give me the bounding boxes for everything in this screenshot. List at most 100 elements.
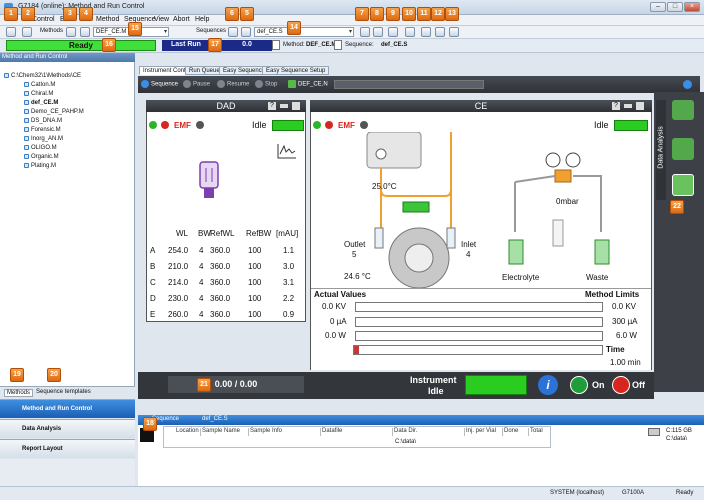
- callout-marker: 22: [670, 200, 684, 214]
- col-refbw: RefBW: [246, 229, 272, 238]
- online-icon[interactable]: [22, 27, 32, 37]
- tab-run-queue[interactable]: Run Queue: [185, 66, 224, 75]
- callout-marker: 11: [417, 7, 431, 21]
- tree-item[interactable]: Demo_CE_PAHP.M: [24, 109, 84, 115]
- dad-on-icon[interactable]: [149, 121, 157, 129]
- voltage-gauge: [355, 302, 603, 312]
- report-icon[interactable]: [435, 27, 445, 37]
- dad-cell-wl: 230.0: [168, 294, 189, 303]
- tab-methods[interactable]: Methods: [4, 389, 34, 397]
- limit-voltage: 0.0 KV: [612, 302, 637, 311]
- ce-on-icon[interactable]: [313, 121, 321, 129]
- load-sequence-icon[interactable]: [228, 27, 238, 37]
- run-sequence-icon[interactable]: [373, 27, 383, 37]
- menu-view[interactable]: View: [154, 16, 169, 23]
- sequence-select[interactable]: def_CE.S: [254, 27, 354, 37]
- ce-inlet-label: Inlet: [461, 240, 477, 249]
- callout-marker: 21: [197, 378, 211, 392]
- on-label[interactable]: On: [592, 380, 605, 390]
- actual-current: 0 µA: [330, 317, 347, 326]
- save-method-icon[interactable]: [80, 27, 90, 37]
- menu-help[interactable]: Help: [195, 16, 209, 23]
- dad-cell-wl: 254.0: [168, 246, 189, 255]
- col-mau: [mAU]: [276, 229, 299, 238]
- tab-sequence-templates[interactable]: Sequence templates: [34, 389, 93, 395]
- tree-item[interactable]: def_CE.M: [24, 100, 58, 106]
- callout-marker: 6: [225, 7, 239, 21]
- info-button[interactable]: i: [538, 375, 558, 395]
- menu-method[interactable]: Method: [96, 16, 119, 23]
- tab-easy-sequence-setup[interactable]: Easy Sequence Setup: [262, 66, 330, 75]
- tree-item[interactable]: Plating.M: [24, 163, 56, 169]
- dad-help-icon[interactable]: ?: [268, 102, 276, 110]
- tree-item[interactable]: CatIon.M: [24, 82, 55, 88]
- info-icon[interactable]: [683, 80, 692, 89]
- on-power-icon[interactable]: [570, 376, 588, 394]
- chromatogram-icon[interactable]: [672, 100, 694, 120]
- dad-minimize-icon[interactable]: [280, 104, 288, 108]
- tree-item[interactable]: OLIGO.M: [24, 145, 57, 151]
- maximize-button[interactable]: □: [667, 2, 683, 12]
- dad-cell-k: C: [150, 278, 156, 287]
- dad-cell-mau: 3.0: [283, 262, 295, 271]
- nav-report-layout[interactable]: Report Layout: [0, 439, 135, 458]
- ce-menu-icon[interactable]: [360, 121, 368, 129]
- layout-icon[interactable]: [421, 27, 431, 37]
- callout-marker: 17: [208, 38, 222, 52]
- off-power-icon[interactable]: [612, 376, 630, 394]
- tree-item[interactable]: Inorg_AN.M: [24, 136, 63, 142]
- sequence-name: DEF_CE.N: [288, 80, 328, 89]
- tree-root[interactable]: C:\Chem32\1\Methods\CE: [4, 73, 81, 79]
- ce-maximize-icon[interactable]: [636, 102, 644, 110]
- view-icon[interactable]: [405, 27, 415, 37]
- stop-button[interactable]: Stop: [255, 80, 277, 89]
- tree-item[interactable]: DS_DNA.M: [24, 118, 62, 124]
- dad-cell-refbw: 100: [248, 246, 262, 255]
- balance-icon[interactable]: [672, 138, 694, 160]
- callout-marker: 13: [445, 7, 459, 21]
- dad-cell-mau: 2.2: [283, 294, 295, 303]
- tree-item[interactable]: Organic.M: [24, 154, 59, 160]
- cell-data-dir[interactable]: C:\data\: [395, 439, 416, 445]
- callout-marker: 18: [143, 417, 157, 431]
- nav-method-and-run-control[interactable]: Method and Run Control: [0, 399, 135, 418]
- callout-marker: 5: [240, 7, 254, 21]
- tree-item[interactable]: Forensic.M: [24, 127, 61, 133]
- close-button[interactable]: ×: [684, 2, 700, 12]
- dad-menu-icon[interactable]: [196, 121, 204, 129]
- time-label: Time: [606, 345, 625, 354]
- stop-icon[interactable]: [388, 27, 398, 37]
- resume-button[interactable]: Resume: [217, 80, 249, 89]
- instrument-icon[interactable]: [6, 27, 16, 37]
- dad-maximize-icon[interactable]: [292, 102, 300, 110]
- load-method-icon[interactable]: [66, 27, 76, 37]
- off-label[interactable]: Off: [632, 380, 645, 390]
- help-icon[interactable]: [449, 27, 459, 37]
- actual-power: 0.0 W: [325, 331, 346, 340]
- minimize-button[interactable]: –: [650, 2, 666, 12]
- dad-off-icon[interactable]: [161, 121, 169, 129]
- instrument-status-box: [465, 375, 527, 395]
- signal-icon: [277, 144, 296, 159]
- run-method-icon[interactable]: [360, 27, 370, 37]
- dad-cell-wl: 214.0: [168, 278, 189, 287]
- menu-control[interactable]: Control: [32, 16, 55, 23]
- ce-minimize-icon[interactable]: [624, 104, 632, 108]
- pause-button[interactable]: Pause: [183, 80, 210, 89]
- tree-item[interactable]: Chiral.M: [24, 91, 53, 97]
- spectrum-icon[interactable]: [672, 174, 694, 196]
- sequence-button[interactable]: Sequence: [141, 80, 178, 89]
- callout-marker: 3: [63, 7, 77, 21]
- ce-off-icon[interactable]: [325, 121, 333, 129]
- nav-data-analysis[interactable]: Data Analysis: [0, 419, 135, 438]
- col-location: Location: [175, 428, 201, 436]
- seq-tab-name[interactable]: def_CE.S: [202, 416, 228, 422]
- ce-outlet-label: Outlet: [344, 240, 366, 249]
- dad-cell-bw: 4: [199, 246, 204, 255]
- ce-temp-bottom: 24.6 °C: [344, 272, 371, 281]
- col-sample-name: Sample Name: [201, 428, 249, 436]
- sequence-control-bar: Sequence Pause Resume Stop DEF_CE.N: [138, 76, 700, 93]
- menu-abort[interactable]: Abort: [173, 16, 190, 23]
- ce-help-icon[interactable]: ?: [612, 102, 620, 110]
- save-sequence-icon[interactable]: [241, 27, 251, 37]
